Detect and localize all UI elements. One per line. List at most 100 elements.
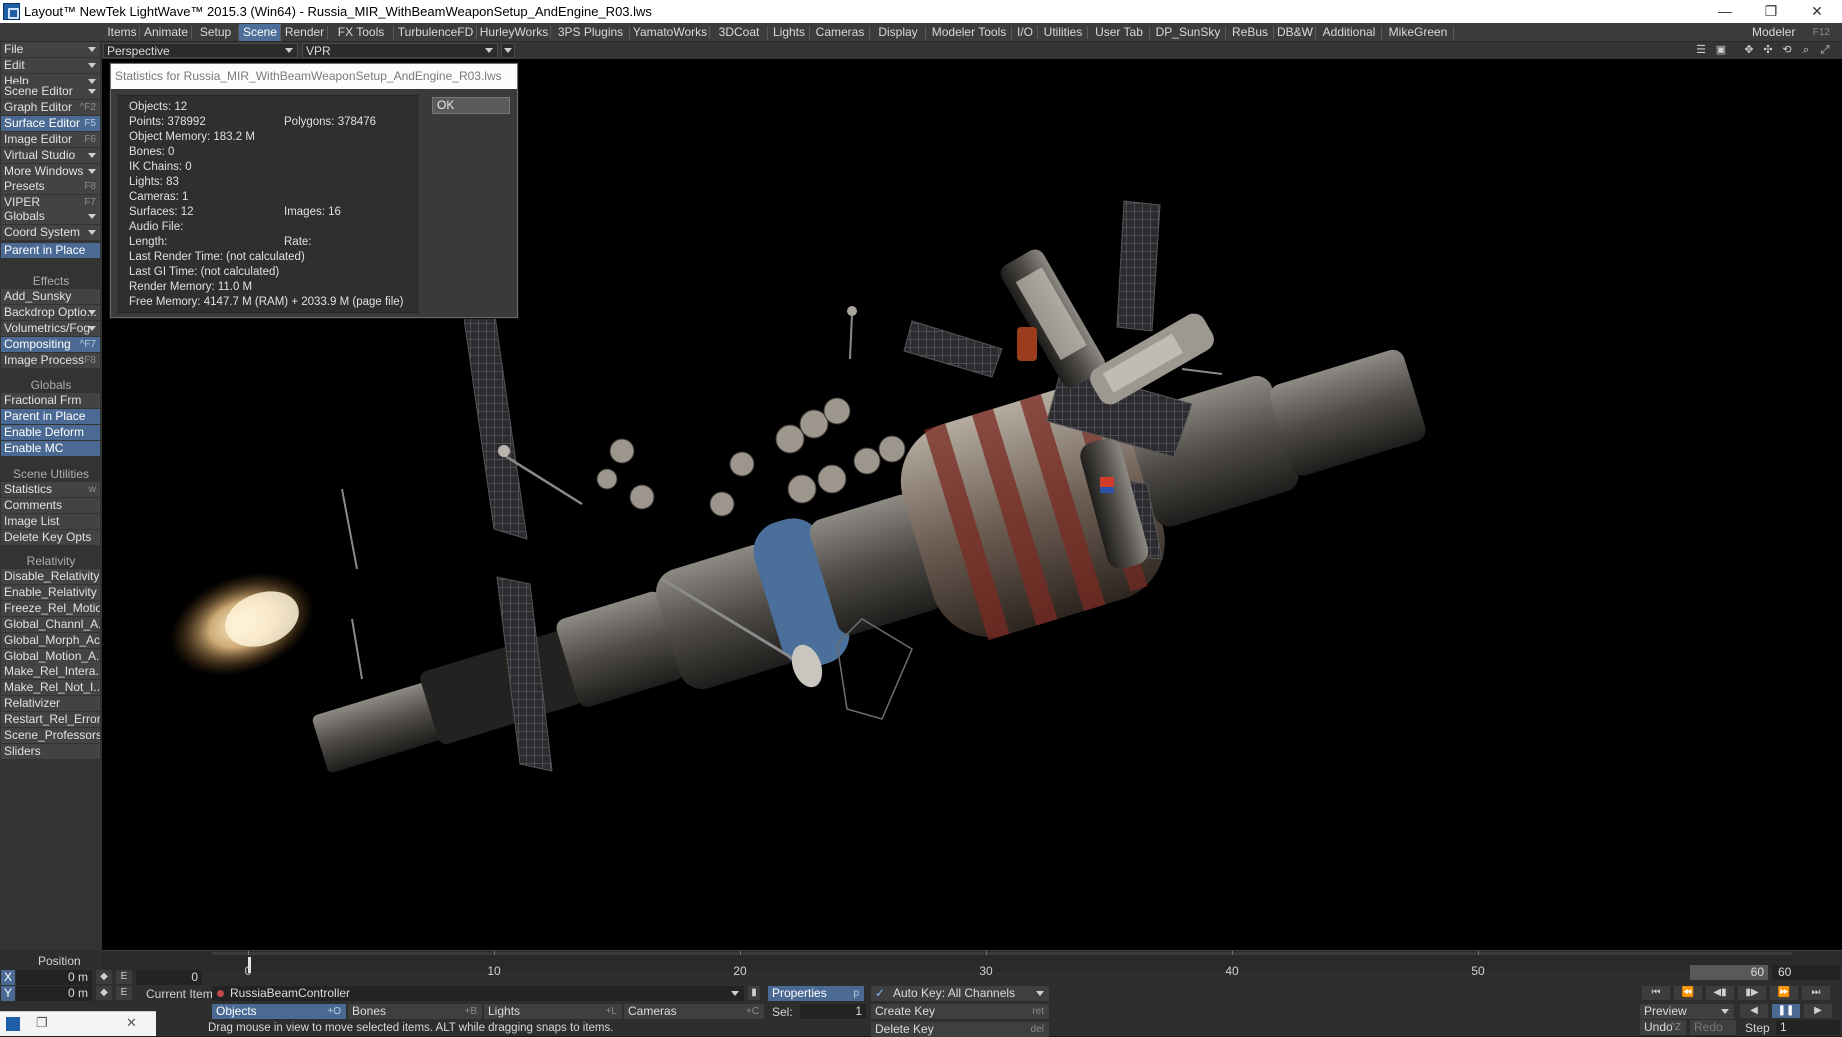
redo-button[interactable]: Redo <box>1690 1020 1736 1035</box>
pause-icon[interactable]: ❚❚ <box>1772 1004 1800 1018</box>
statistics-button[interactable]: Statistics w <box>1 482 100 497</box>
y-expand-icon[interactable]: ◆ <box>96 986 112 1000</box>
edit-button[interactable]: Edit <box>1 57 100 73</box>
delete-key-opts-button[interactable]: Delete Key Opts <box>1 529 100 545</box>
tab-lights[interactable]: Lights <box>768 24 810 41</box>
viewport-options-dropdown[interactable] <box>501 43 515 58</box>
move-view-icon[interactable]: ✥ <box>1742 44 1756 57</box>
zoom-view-icon[interactable]: ⌕ <box>1799 44 1813 57</box>
tab-animate[interactable]: Animate <box>140 24 192 41</box>
undo-button[interactable]: Undo ^Z <box>1640 1020 1686 1035</box>
viewport-save-icon[interactable]: ▣ <box>1714 44 1728 57</box>
tab-render[interactable]: Render <box>281 24 328 41</box>
make-rel-intera-button[interactable]: Make_Rel_Intera... <box>1 664 100 680</box>
viewport-list-icon[interactable]: ☰ <box>1694 44 1708 57</box>
x-axis-toggle[interactable]: X <box>1 970 15 985</box>
x-position-field[interactable]: 0 m <box>16 970 92 985</box>
next-frame-icon[interactable]: ▮▶ <box>1738 986 1766 1000</box>
render-mode-select[interactable]: VPR <box>302 43 498 58</box>
tab-modeler-tools[interactable]: Modeler Tools <box>926 24 1012 41</box>
global-morph-ac-button[interactable]: Global_Morph_Ac... <box>1 632 100 648</box>
viewport[interactable]: Perspective VPR ☰ ▣ ✥ ✣ ⟲ ⌕ ⤢ Statistics… <box>102 42 1842 950</box>
sliders-button[interactable]: Sliders <box>1 743 100 759</box>
fractional-frm-button[interactable]: Fractional Frm <box>1 393 100 408</box>
tab-scene[interactable]: Scene <box>239 24 281 41</box>
scene-editor-button[interactable]: Scene Editor <box>1 84 100 99</box>
comments-button[interactable]: Comments <box>1 497 100 513</box>
file-button[interactable]: File <box>1 42 100 57</box>
next-key-icon[interactable]: ⏩ <box>1770 986 1798 1000</box>
lights-button[interactable]: Lights +L <box>484 1004 622 1019</box>
add-sunsky-button[interactable]: Add_Sunsky <box>1 289 100 304</box>
cameras-button[interactable]: Cameras +C <box>624 1004 764 1019</box>
parent-in-place-button[interactable]: Parent in Place <box>1 408 100 424</box>
go-to-end-icon[interactable]: ⏭ <box>1802 986 1830 1000</box>
scene-professors-button[interactable]: Scene_Professors <box>1 728 100 743</box>
compositing-button[interactable]: Compositing ^F7 <box>1 336 100 352</box>
freeze-rel-motion-button[interactable]: Freeze_Rel_Motion <box>1 600 100 616</box>
make-rel-not-i-button[interactable]: Make_Rel_Not_I... <box>1 680 100 696</box>
enable-deform-button[interactable]: Enable Deform <box>1 424 100 440</box>
graph-editor-button[interactable]: Graph Editor ^F2 <box>1 99 100 115</box>
create-key-button[interactable]: Create Key ret <box>871 1004 1049 1019</box>
delete-key-button[interactable]: Delete Key del <box>871 1022 1049 1037</box>
timeline-track[interactable] <box>212 952 1792 955</box>
y-axis-toggle[interactable]: Y <box>1 986 15 1001</box>
restore-button[interactable]: ❐ <box>1748 0 1794 23</box>
play-icon[interactable]: ▶ <box>1804 1004 1832 1018</box>
ok-button[interactable]: OK <box>432 97 510 114</box>
tab-setup[interactable]: Setup <box>192 24 239 41</box>
tab-user-tab[interactable]: User Tab <box>1088 24 1150 41</box>
minimize-button[interactable]: — <box>1702 0 1748 23</box>
presets-button[interactable]: Presets F8 <box>1 179 100 195</box>
maximize-view-icon[interactable]: ⤢ <box>1818 44 1832 57</box>
tab-i-o[interactable]: I/O <box>1012 24 1038 41</box>
step-field[interactable]: 1 <box>1776 1020 1840 1035</box>
close-icon[interactable]: ✕ <box>126 1015 137 1031</box>
volumetrics-fog-button[interactable]: Volumetrics/Fog <box>1 320 100 336</box>
pan-view-icon[interactable]: ✣ <box>1761 44 1775 57</box>
globals-button[interactable]: Globals <box>1 209 100 224</box>
y-envelope-button[interactable]: E <box>116 986 132 1000</box>
tab-rebus[interactable]: ReBus <box>1226 24 1274 41</box>
x-envelope-button[interactable]: E <box>116 970 132 984</box>
image-list-button[interactable]: Image List <box>1 513 100 529</box>
global-channl-a-button[interactable]: Global_Channl_A... <box>1 616 100 632</box>
tab-db-w[interactable]: DB&W <box>1274 24 1316 41</box>
disable-relativity-button[interactable]: Disable_Relativity <box>1 569 100 584</box>
tab-display[interactable]: Display <box>870 24 926 41</box>
item-options-icon[interactable]: ▮ <box>748 986 760 1000</box>
y-position-field[interactable]: 0 m <box>16 986 92 1001</box>
previous-key-icon[interactable]: ⏪ <box>1674 986 1702 1000</box>
x-expand-icon[interactable]: ◆ <box>96 970 112 984</box>
play-reverse-icon[interactable]: ◀ <box>1740 1004 1768 1018</box>
tab-fx-tools[interactable]: FX Tools <box>328 24 394 41</box>
enable-mc-button[interactable]: Enable MC <box>1 440 100 456</box>
coord-system-button[interactable]: Coord System <box>1 224 100 240</box>
enable-relativity-button[interactable]: Enable_Relativity <box>1 584 100 600</box>
properties-button[interactable]: Properties p <box>768 986 864 1001</box>
preview-select[interactable]: Preview <box>1640 1004 1734 1019</box>
tab-yamatoworks[interactable]: YamatoWorks <box>630 24 710 41</box>
previous-frame-icon[interactable]: ◀▮ <box>1706 986 1734 1000</box>
global-motion-a-button[interactable]: Global_Motion_A... <box>1 648 100 664</box>
objects-button[interactable]: Objects +O <box>212 1004 346 1019</box>
rotate-view-icon[interactable]: ⟲ <box>1780 44 1794 57</box>
surface-editor-button[interactable]: Surface Editor F5 <box>1 115 100 131</box>
auto-key-select[interactable]: ✓ Auto Key: All Channels <box>871 986 1049 1001</box>
go-to-start-icon[interactable]: ⏮ <box>1642 986 1670 1000</box>
close-button[interactable]: ✕ <box>1794 0 1840 23</box>
restart-rel-errors-button[interactable]: Restart_Rel_Errors <box>1 712 100 728</box>
parent-in-place-button[interactable]: Parent in Place <box>1 242 100 258</box>
bones-button[interactable]: Bones +B <box>348 1004 482 1019</box>
tab-3ps-plugins[interactable]: 3PS Plugins <box>551 24 630 41</box>
modeler-button[interactable]: Modeler F12 <box>1742 24 1832 41</box>
image-process-button[interactable]: Image Process ^F8 <box>1 352 100 368</box>
tab-items[interactable]: Items <box>104 24 140 41</box>
relativizer-button[interactable]: Relativizer <box>1 696 100 712</box>
frame-end-field-a[interactable]: 60 <box>1690 965 1768 980</box>
tab-dp-sunsky[interactable]: DP_SunSky <box>1150 24 1226 41</box>
tab-utilities[interactable]: Utilities <box>1038 24 1088 41</box>
tab-mikegreen[interactable]: MikeGreen <box>1382 24 1454 41</box>
frame-start-field[interactable]: 0 <box>136 970 202 985</box>
